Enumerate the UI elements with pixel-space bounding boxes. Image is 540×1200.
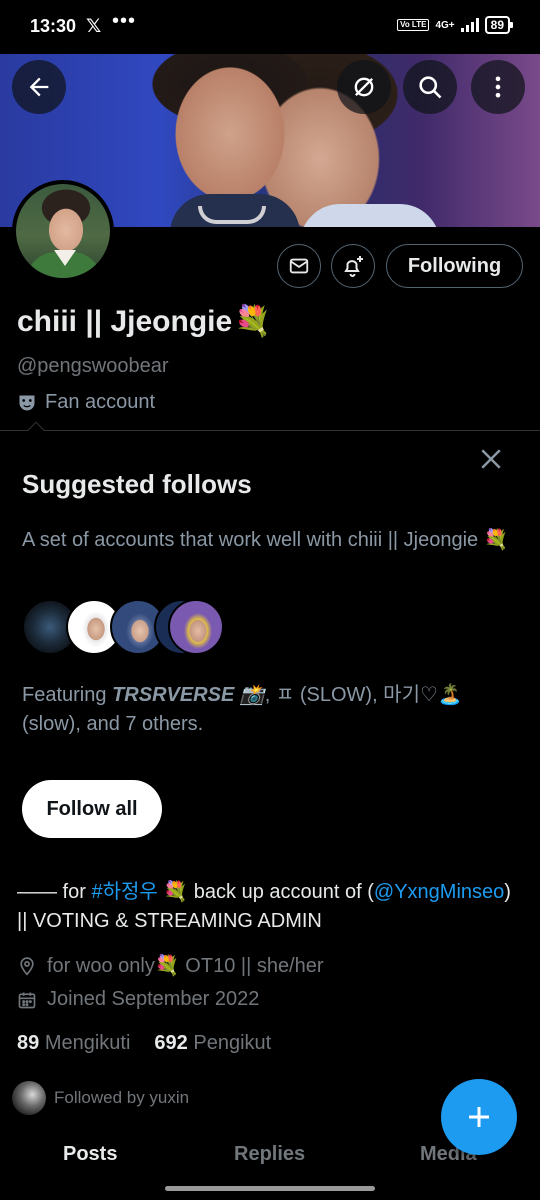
more-vertical-icon [495, 76, 501, 98]
followed-by-row[interactable]: Followed by yuxin [12, 1081, 189, 1115]
featuring-text: Featuring TRSRVERSE 📸, ㅍ (SLOW), 마기♡🏝️ (… [22, 684, 463, 735]
joined-row: Joined September 2022 [17, 988, 259, 1011]
volte-icon: Vo LTE [397, 19, 430, 31]
suggested-title: Suggested follows [22, 469, 252, 499]
location-pin-icon [20, 956, 34, 976]
network-type: 4G+ [435, 19, 455, 31]
no-translate-icon [354, 77, 374, 97]
tab-replies[interactable]: Replies [234, 1143, 305, 1166]
display-name: chiii || Jjeongie [17, 304, 233, 338]
profile-bio: —— for #하정우 💐 back up account of (@YxngM… [17, 881, 511, 932]
translate-toggle-button[interactable] [337, 60, 391, 114]
suggested-follows-panel: Suggested follows A set of accounts that… [0, 421, 540, 860]
search-button[interactable] [403, 60, 457, 114]
plus-icon [469, 1107, 489, 1127]
profile-handle: @pengswoobear [17, 355, 169, 377]
arrow-left-icon [29, 77, 49, 97]
bell-plus-icon [344, 256, 363, 277]
more-options-button[interactable] [471, 60, 525, 114]
status-bar: 13:30 𝕏 ••• Vo LTE 4G+ 89 [0, 0, 540, 54]
follower-avatar [12, 1081, 46, 1115]
follow-all-button[interactable]: Follow all [22, 780, 162, 838]
calendar-icon [18, 992, 36, 1008]
battery-icon: 89 [484, 16, 514, 34]
bouquet-emoji: 💐 [234, 305, 272, 338]
profile-name: chiii || Jjeongie 💐 [17, 304, 272, 339]
tab-posts[interactable]: Posts [63, 1143, 117, 1166]
envelope-icon [289, 258, 309, 274]
suggested-description: A set of accounts that work well with ch… [22, 529, 509, 551]
compose-post-button[interactable] [441, 1079, 517, 1155]
notifications-button[interactable] [331, 244, 375, 288]
following-count-link[interactable]: 89 Mengikuti [17, 1032, 130, 1055]
profile-avatar[interactable] [12, 180, 114, 282]
status-indicators: Vo LTE 4G+ 89 [397, 16, 514, 34]
back-button[interactable] [12, 60, 66, 114]
following-button[interactable]: Following [386, 244, 523, 288]
mention-link[interactable]: @YxngMinseo [374, 881, 504, 903]
follow-counts: 89 Mengikuti 692 Pengikut [17, 1032, 271, 1055]
suggested-avatar [168, 599, 224, 655]
search-icon [419, 76, 442, 99]
category-label: Fan account [45, 391, 156, 413]
followers-count-link[interactable]: 692 Pengikut [154, 1032, 271, 1055]
close-icon [481, 449, 501, 469]
theater-mask-icon [19, 395, 35, 410]
signal-icon [460, 18, 479, 32]
location-row: for woo only💐 OT10 || she/her [17, 953, 324, 978]
x-app-icon: 𝕏 [86, 16, 102, 37]
close-suggestions-button[interactable] [476, 444, 506, 474]
location-text: for woo only💐 OT10 || she/her [47, 955, 324, 977]
status-time: 13:30 [30, 16, 77, 36]
featured-account[interactable]: TRSRVERSE 📸 [112, 684, 265, 706]
account-category: Fan account [17, 391, 155, 414]
message-button[interactable] [277, 244, 321, 288]
hashtag-link[interactable]: #하정우 [91, 881, 157, 903]
notification-overflow-icon: ••• [112, 10, 137, 32]
followed-by-text: Followed by yuxin [54, 1088, 190, 1107]
gesture-home-bar[interactable] [165, 1186, 375, 1191]
joined-text: Joined September 2022 [47, 988, 260, 1010]
